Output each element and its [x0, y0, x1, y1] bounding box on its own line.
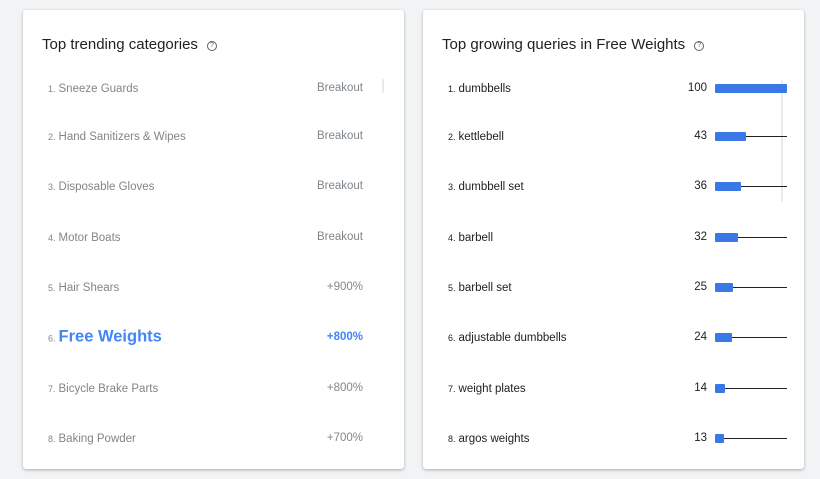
query-name: barbell set: [458, 282, 512, 294]
category-rank: 8.: [48, 434, 56, 444]
category-row[interactable]: 2. Hand Sanitizers & Wipes Breakout: [48, 126, 363, 146]
query-row[interactable]: 4. barbell 32: [448, 227, 787, 247]
query-bar-track: [715, 84, 787, 93]
query-bar-fill: [715, 384, 726, 393]
query-score: 36: [694, 180, 707, 192]
query-bar-fill: [715, 283, 733, 292]
query-rank: 2.: [448, 132, 456, 142]
growing-queries-card: Top growing queries in Free Weights? 1. d…: [423, 10, 804, 469]
right-scrollbar[interactable]: [781, 80, 783, 202]
query-score: 14: [694, 382, 707, 394]
category-rank: 1.: [48, 84, 56, 94]
query-row[interactable]: 7. weight plates 14: [448, 378, 787, 398]
query-row[interactable]: 3. dumbbell set 36: [448, 176, 787, 196]
query-rank: 6.: [448, 333, 456, 343]
query-bar-fill: [715, 182, 741, 191]
query-rank: 1.: [448, 84, 456, 94]
trending-categories-card: Top trending categories? 1. Sneeze Guards…: [23, 10, 404, 469]
query-rank: 8.: [448, 434, 456, 444]
query-bar-track: [715, 233, 787, 242]
category-name: Hair Shears: [58, 282, 120, 294]
category-row[interactable]: 4. Motor Boats Breakout: [48, 227, 363, 247]
category-rank: 2.: [48, 132, 56, 142]
query-name: dumbbells: [458, 83, 511, 95]
query-bar-fill: [715, 84, 787, 93]
category-change: +700%: [326, 432, 363, 444]
trending-categories-title-text: Top trending categories: [42, 36, 198, 53]
growing-queries-title-text: Top growing queries in Free Weights: [442, 36, 686, 53]
query-name: kettlebell: [458, 131, 504, 143]
category-name: Bicycle Brake Parts: [58, 383, 159, 395]
query-bar-fill: [715, 233, 739, 242]
query-score: 25: [694, 281, 707, 293]
category-row[interactable]: 7. Bicycle Brake Parts +800%: [48, 378, 363, 398]
category-change: Breakout: [316, 180, 363, 192]
category-row[interactable]: 3. Disposable Gloves Breakout: [48, 176, 363, 196]
category-change: +800%: [326, 331, 363, 343]
category-rank: 7.: [48, 384, 56, 394]
category-name: Free Weights: [58, 327, 162, 346]
query-name: barbell: [458, 232, 494, 244]
query-bar-track: [715, 434, 787, 443]
category-name: Sneeze Guards: [58, 83, 139, 95]
query-score: 43: [694, 130, 707, 142]
query-rank: 3.: [448, 182, 456, 192]
category-rank: 4.: [48, 233, 56, 243]
query-bar-fill: [715, 333, 733, 342]
left-scrollbar[interactable]: [382, 79, 384, 93]
help-icon[interactable]: ?: [206, 41, 217, 51]
growing-queries-title: Top growing queries in Free Weights?: [442, 36, 705, 53]
category-row[interactable]: 5. Hair Shears +900%: [48, 277, 363, 297]
category-row[interactable]: 1. Sneeze Guards Breakout: [48, 78, 363, 98]
query-bar-fill: [715, 132, 746, 141]
query-score: 13: [694, 432, 707, 444]
category-row[interactable]: 8. Baking Powder +700%: [48, 428, 363, 448]
query-row[interactable]: 5. barbell set 25: [448, 277, 787, 297]
query-rank: 5.: [448, 283, 456, 293]
category-name: Hand Sanitizers & Wipes: [58, 131, 186, 143]
category-change: +900%: [326, 281, 363, 293]
category-change: +800%: [326, 382, 363, 394]
category-change: Breakout: [316, 82, 363, 94]
query-bar-track: [715, 333, 787, 342]
trending-categories-title: Top trending categories?: [42, 36, 217, 53]
category-name: Baking Powder: [58, 433, 136, 445]
query-rank: 7.: [448, 384, 456, 394]
category-row-selected[interactable]: 6. Free Weights +800%: [48, 327, 363, 347]
query-bar-fill: [715, 434, 725, 443]
category-rank: 5.: [48, 283, 56, 293]
category-change: Breakout: [316, 130, 363, 142]
category-name: Disposable Gloves: [58, 181, 155, 193]
query-bar-track: [715, 132, 787, 141]
query-row[interactable]: 2. kettlebell 43: [448, 126, 787, 146]
query-name: adjustable dumbbells: [458, 332, 567, 344]
query-score: 100: [687, 82, 707, 94]
category-rank: 3.: [48, 182, 56, 192]
query-name: argos weights: [458, 433, 530, 445]
category-name: Motor Boats: [58, 232, 121, 244]
query-bar-track: [715, 384, 787, 393]
category-rank: 6.: [48, 333, 56, 344]
query-rank: 4.: [448, 233, 456, 243]
query-name: dumbbell set: [458, 181, 524, 193]
query-row[interactable]: 8. argos weights 13: [448, 428, 787, 448]
query-row[interactable]: 6. adjustable dumbbells 24: [448, 327, 787, 347]
query-bar-track: [715, 182, 787, 191]
query-score: 24: [694, 331, 707, 343]
category-change: Breakout: [316, 231, 363, 243]
query-row[interactable]: 1. dumbbells 100: [448, 78, 787, 98]
query-name: weight plates: [458, 383, 526, 395]
query-bar-track: [715, 283, 787, 292]
query-score: 32: [694, 231, 707, 243]
help-icon[interactable]: ?: [694, 41, 705, 51]
